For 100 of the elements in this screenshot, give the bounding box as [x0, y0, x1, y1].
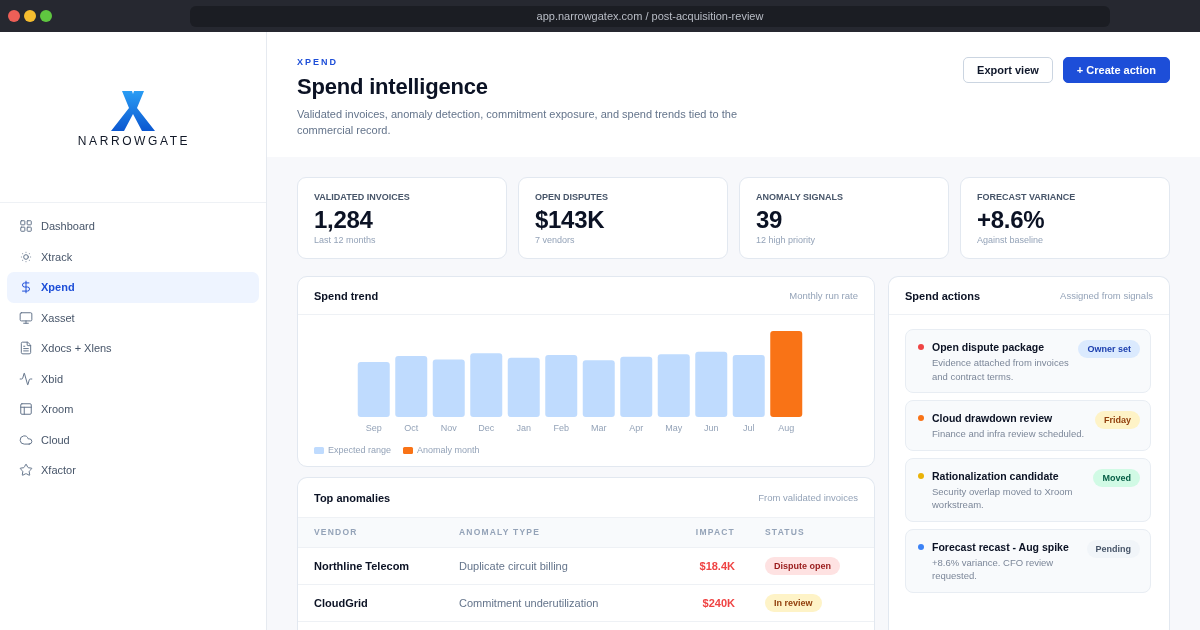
action-detail: Security overlap moved to Xroom workstream.	[932, 484, 1074, 512]
action-title: Cloud drawdown review	[932, 411, 1054, 425]
status-badge: Friday	[1095, 411, 1140, 429]
create-action-button[interactable]: + Create action	[1062, 57, 1170, 83]
action-card[interactable]: Open dispute package Evidence attached from invoices and contract terms. Owner set	[905, 329, 1151, 393]
kpi-label: ANOMALY SIGNALS	[756, 191, 844, 203]
column-header: IMPACT	[695, 527, 735, 538]
axis-label: Dec	[478, 423, 495, 433]
kpi-value: $143K	[535, 206, 606, 234]
cloud-icon	[19, 432, 33, 447]
column-header: VENDOR	[314, 527, 358, 538]
action-title: Forecast recast - Aug spike	[932, 539, 1070, 554]
panel-title: Spend actions	[905, 288, 981, 303]
chart-bar	[507, 357, 540, 417]
window-minimize-icon[interactable]	[24, 10, 36, 22]
status-badge: Pending	[1086, 539, 1140, 558]
nav-item[interactable]: Dashboard	[7, 211, 259, 242]
chart-bar	[695, 351, 728, 417]
kpi-note: Last 12 months	[314, 234, 377, 246]
status-badge: In review	[765, 594, 822, 612]
panel-title: Spend trend	[314, 288, 379, 303]
table-cell: Duplicate circuit billing	[459, 559, 568, 573]
panel-caption: Monthly run rate	[789, 289, 858, 302]
section-eyebrow: XPEND	[297, 56, 338, 68]
status-badge: Moved	[1093, 468, 1140, 487]
window-close-icon[interactable]	[8, 10, 20, 22]
table-cell: $18.4K	[699, 559, 735, 573]
chart-bar	[582, 360, 615, 417]
export-button[interactable]: Export view	[963, 57, 1053, 83]
axis-label: Jul	[743, 423, 755, 433]
nav-item[interactable]: Xbid	[7, 363, 259, 394]
axis-label: Sep	[365, 423, 382, 433]
column-header: ANOMALY TYPE	[459, 527, 540, 538]
axis-label: Apr	[629, 423, 644, 433]
kpi-value: +8.6%	[977, 206, 1046, 234]
kpi-note: 12 high priority	[756, 234, 817, 246]
status-badge: Owner set	[1078, 340, 1140, 358]
legend-label: Anomaly month	[417, 444, 480, 456]
nav-item[interactable]: Xtrack	[7, 241, 259, 272]
table-cell: Northline Telecom	[314, 559, 410, 573]
table-cell: CloudGrid	[314, 596, 368, 610]
chart-bar	[732, 355, 765, 417]
axis-label: Aug	[778, 423, 795, 433]
chart-bar	[357, 361, 390, 417]
sun-icon	[19, 249, 33, 264]
layout-icon	[19, 402, 33, 417]
axis-label: Jun	[704, 423, 719, 433]
nav-item[interactable]: Xasset	[7, 302, 259, 333]
axis-label: Mar	[591, 423, 607, 433]
axis-label: Oct	[404, 423, 419, 433]
window-zoom-icon[interactable]	[40, 10, 52, 22]
address-field[interactable]: app.narrowgatex.com / post-acquisition-review	[190, 5, 1110, 27]
chart-bar	[470, 353, 503, 417]
grid-icon	[19, 219, 33, 234]
page-subtitle: Validated invoices, anomaly detection, commitment exposure, and spend trends tied to the commercial record.	[297, 107, 739, 138]
chart-bar	[545, 355, 578, 417]
kpi-note: Against baseline	[977, 234, 1045, 246]
kpi-label: FORECAST VARIANCE	[977, 191, 1077, 203]
page-title: Spend intelligence	[297, 73, 488, 101]
nav-item[interactable]: Xpend	[7, 272, 259, 303]
chart-bar	[395, 355, 428, 417]
action-title: Rationalization candidate	[932, 468, 1060, 483]
chart-bar	[620, 356, 653, 417]
panel-title: Top anomalies	[314, 490, 391, 505]
action-card[interactable]: Cloud drawdown review Finance and infra review scheduled. Friday	[905, 400, 1151, 451]
kpi-label: OPEN DISPUTES	[535, 191, 609, 203]
action-card[interactable]: Forecast recast - Aug spike +8.6% variance. CFO review requested. Pending	[905, 528, 1151, 593]
axis-label: Feb	[553, 423, 569, 433]
nav-item[interactable]: Xfactor	[7, 455, 259, 486]
monitor-icon	[19, 310, 33, 325]
brand-name: NARROWGATE	[76, 134, 191, 148]
logo-mark-icon	[111, 91, 155, 131]
axis-label: Nov	[440, 423, 457, 433]
legend-label: Expected range	[328, 444, 392, 456]
axis-label: Jan	[516, 423, 531, 433]
kpi-value: 1,284	[314, 206, 374, 234]
kpi-value: 39	[756, 206, 784, 234]
action-detail: Evidence attached from invoices and contract terms.	[932, 356, 1070, 383]
kpi-label: VALIDATED INVOICES	[314, 191, 411, 203]
star-icon	[19, 463, 33, 478]
nav-item[interactable]: Cloud	[7, 424, 259, 455]
axis-label: May	[665, 423, 683, 433]
action-title: Open dispute package	[932, 340, 1046, 354]
column-header: STATUS	[765, 527, 805, 538]
kpi-note: 7 vendors	[535, 234, 576, 246]
document-icon	[19, 341, 33, 356]
dollar-icon	[19, 280, 33, 295]
pulse-icon	[19, 371, 33, 386]
chart-bar	[657, 354, 690, 417]
action-card[interactable]: Rationalization candidate Security overlap moved to Xroom workstream. Moved	[905, 457, 1151, 522]
panel-caption: Assigned from signals	[1060, 289, 1153, 302]
nav-item[interactable]: Xdocs + Xlens	[7, 333, 259, 364]
status-badge: Dispute open	[765, 557, 840, 575]
action-detail: +8.6% variance. CFO review requested.	[932, 555, 1055, 583]
panel-caption: From validated invoices	[758, 491, 858, 504]
action-detail: Finance and infra review scheduled.	[932, 427, 1086, 441]
table-cell: Commitment underutilization	[459, 596, 599, 610]
chart-bar	[432, 359, 465, 417]
table-cell: $240K	[702, 596, 735, 610]
nav-item[interactable]: Xroom	[7, 394, 259, 425]
